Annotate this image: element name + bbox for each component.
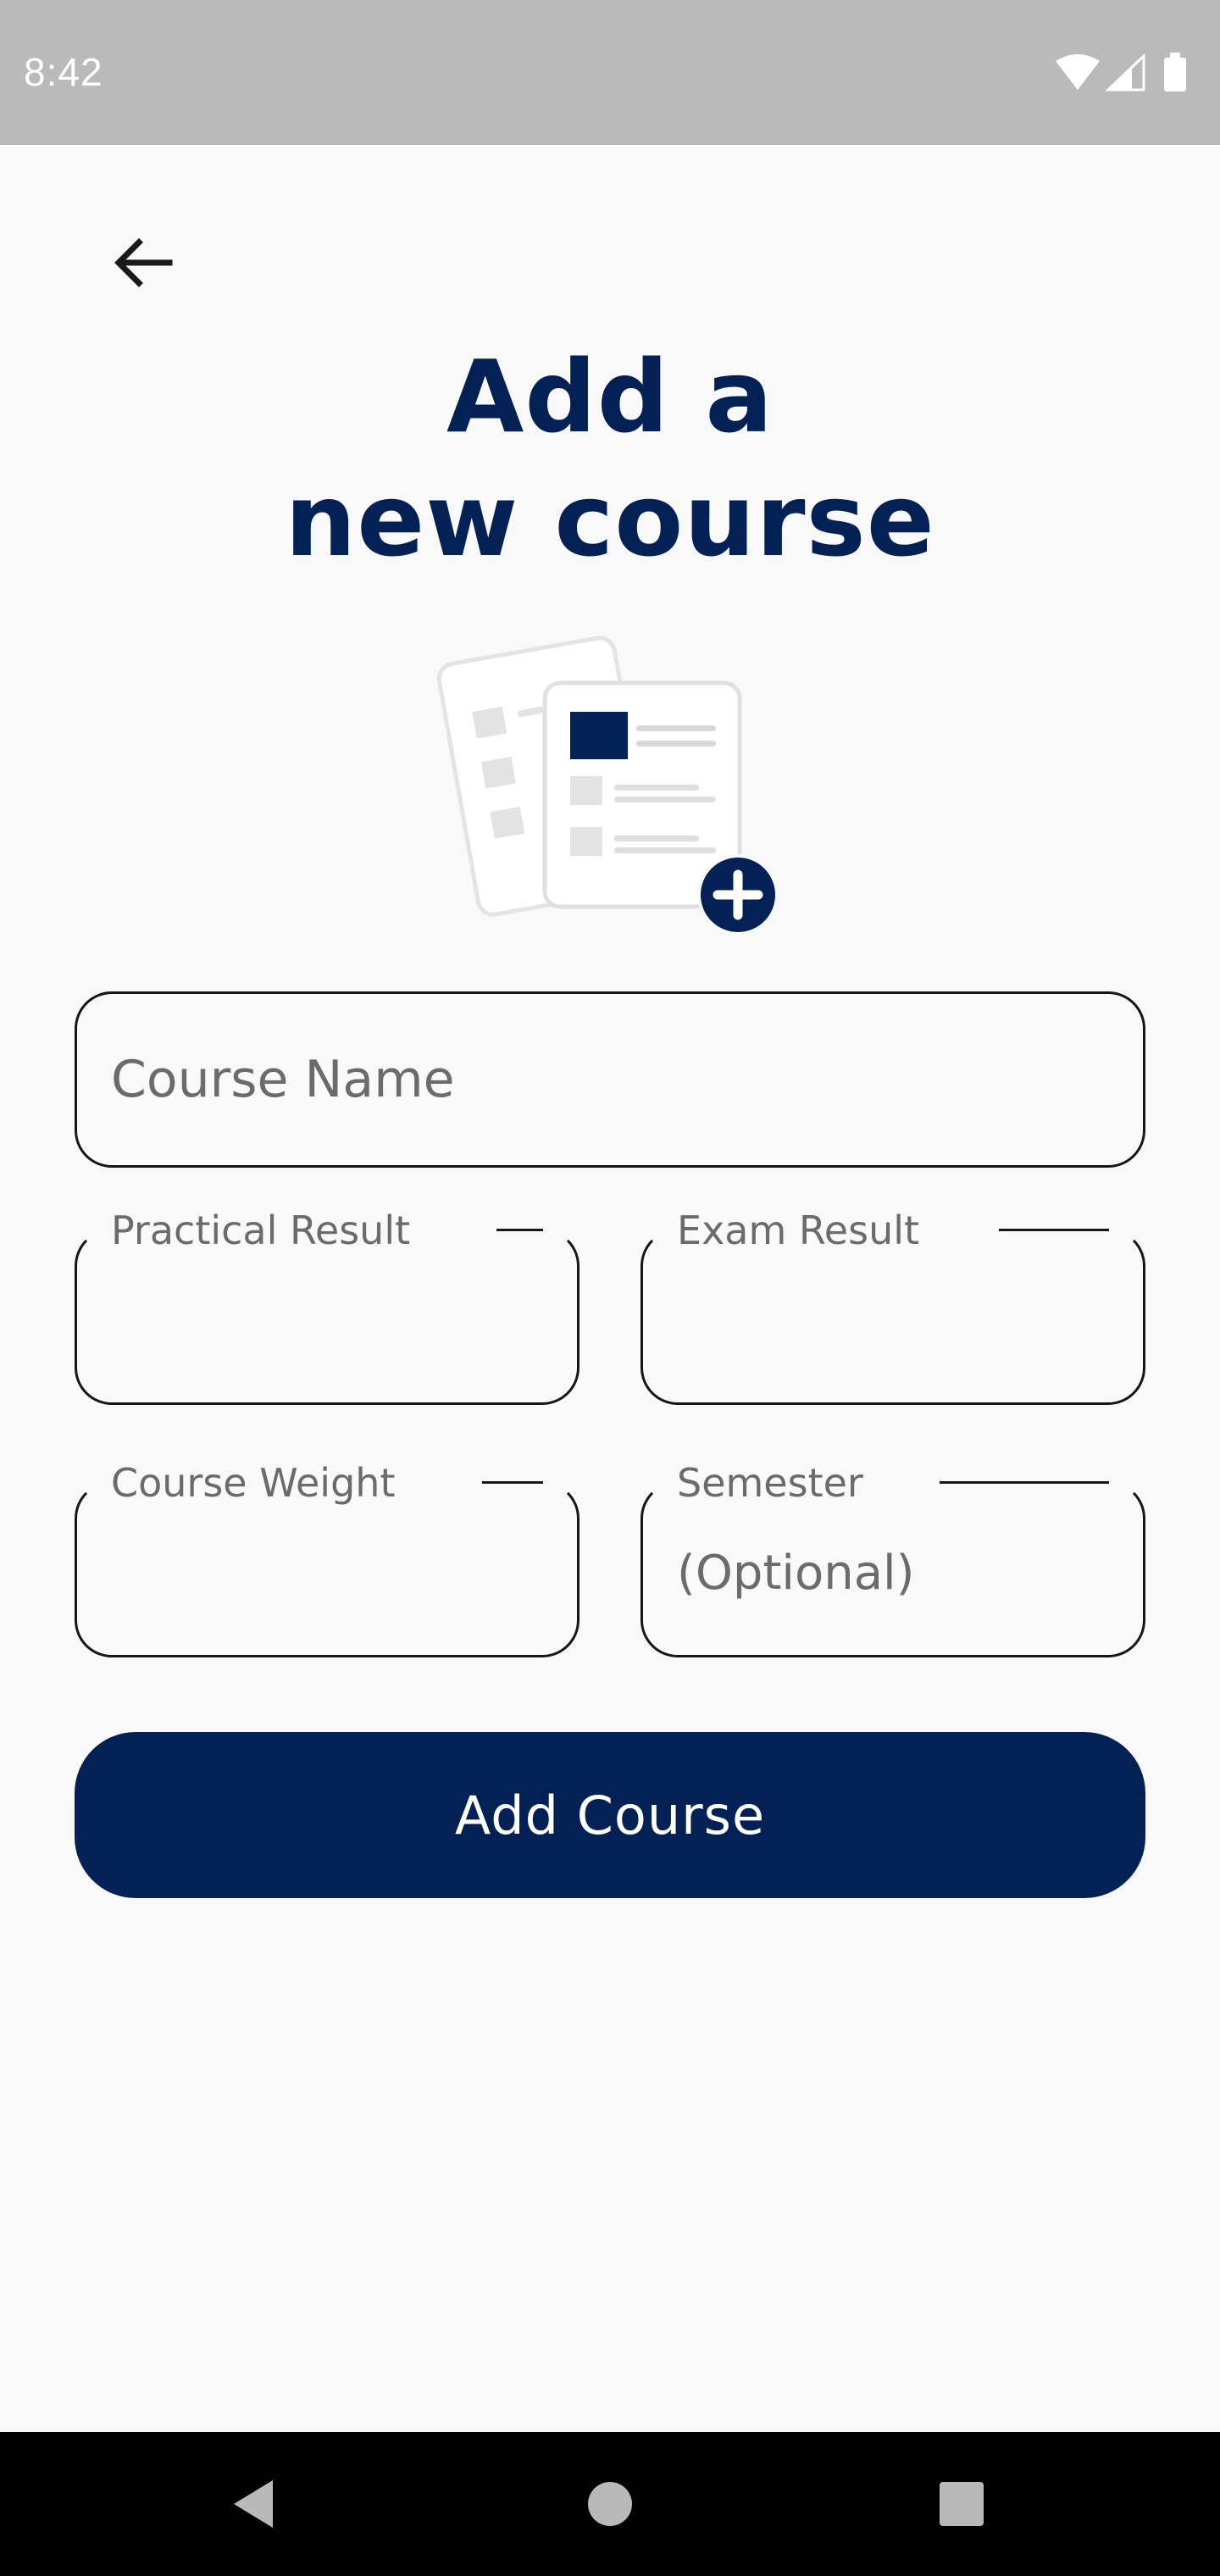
course-name-field[interactable]	[75, 991, 1145, 1168]
navigation-bar	[0, 2432, 1220, 2576]
nav-recents-button[interactable]	[915, 2457, 1008, 2551]
page-title: Add a new course	[0, 335, 1220, 582]
page-title-line-2: new course	[285, 462, 935, 579]
nav-home-icon	[588, 2482, 632, 2526]
course-weight-field[interactable]: Course Weight	[75, 1460, 580, 1657]
status-icons	[1056, 53, 1186, 92]
wifi-icon	[1056, 54, 1100, 90]
add-course-button[interactable]: Add Course	[75, 1732, 1145, 1898]
semester-field[interactable]: Semester	[640, 1460, 1145, 1657]
course-weight-input[interactable]	[77, 1484, 577, 1655]
page-title-line-1: Add a	[446, 338, 774, 455]
semester-input[interactable]	[643, 1484, 1143, 1655]
add-document-icon	[436, 636, 779, 932]
arrow-left-icon	[114, 238, 173, 287]
course-name-input[interactable]	[77, 994, 1143, 1165]
battery-icon	[1164, 53, 1186, 92]
exam-result-field[interactable]: Exam Result	[640, 1208, 1145, 1405]
back-button[interactable]	[93, 212, 195, 314]
cell-signal-icon	[1105, 53, 1145, 92]
nav-back-button[interactable]	[208, 2457, 301, 2551]
practical-result-field[interactable]: Practical Result	[75, 1208, 580, 1405]
practical-result-input[interactable]	[77, 1231, 577, 1402]
status-bar: 8:42	[0, 0, 1220, 145]
status-time: 8:42	[24, 50, 103, 94]
nav-recents-icon	[940, 2482, 984, 2526]
exam-result-input[interactable]	[643, 1231, 1143, 1402]
nav-back-icon	[234, 2480, 273, 2528]
nav-home-button[interactable]	[563, 2457, 657, 2551]
